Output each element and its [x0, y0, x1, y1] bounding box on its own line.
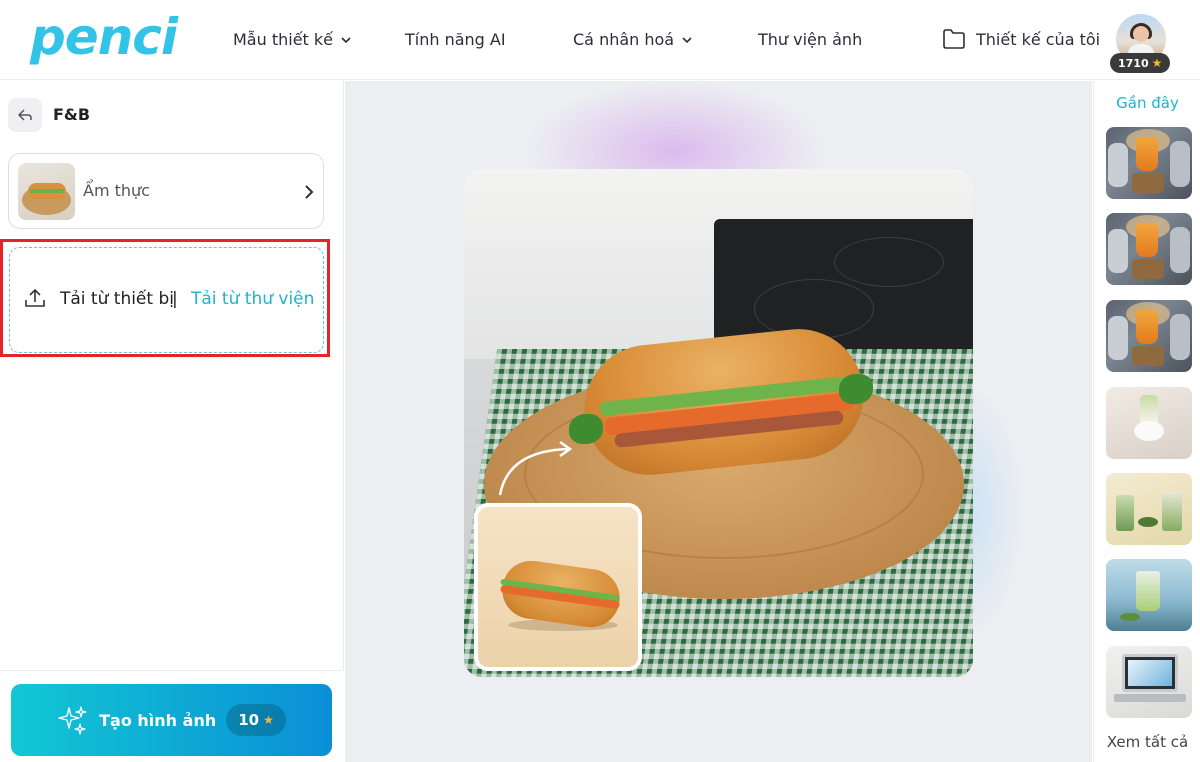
- recent-thumbnail[interactable]: [1106, 559, 1192, 631]
- left-sidebar: F&B Ẩm thực Tải từ thiết bị | Tải từ thư…: [0, 81, 344, 762]
- points-badge: 1710 ★: [1110, 53, 1171, 73]
- nav-photo-library[interactable]: Thư viện ảnh: [758, 30, 862, 49]
- credit-cost-value: 10: [238, 711, 260, 729]
- recent-thumbnail[interactable]: [1106, 213, 1192, 285]
- penci-logo[interactable]: penci: [30, 8, 178, 66]
- recent-thumbnail[interactable]: [1106, 300, 1192, 372]
- nav-templates-label: Mẫu thiết kế: [233, 30, 334, 49]
- back-button[interactable]: [8, 98, 42, 132]
- chevron-down-icon: [682, 36, 692, 43]
- recent-title: Gần đây: [1116, 94, 1179, 112]
- sample-input-image: [474, 503, 642, 671]
- recent-thumbnail[interactable]: [1106, 387, 1192, 459]
- nav-personalize[interactable]: Cá nhân hoá: [573, 30, 694, 49]
- nav-ai-features-label: Tính năng AI: [405, 30, 506, 49]
- star-icon: ★: [263, 713, 274, 727]
- chevron-down-icon: [341, 36, 351, 43]
- credit-cost-badge: 10 ★: [226, 704, 286, 736]
- my-designs-label: Thiết kế của tôi: [976, 29, 1101, 49]
- upload-separator: |: [172, 289, 178, 309]
- upload-from-library-link[interactable]: Tải từ thư viện: [191, 289, 314, 309]
- chevron-right-icon: [305, 185, 314, 199]
- curved-arrow-icon: [498, 440, 573, 496]
- top-header: penci Mẫu thiết kế Tính năng AI Cá nhân …: [0, 0, 1200, 80]
- sidebar-footer: Tạo hình ảnh 10 ★: [0, 670, 344, 762]
- points-value: 1710: [1118, 56, 1149, 70]
- sample-result-image: [464, 169, 973, 677]
- category-label: Ẩm thực: [83, 181, 150, 200]
- category-thumbnail: [18, 163, 75, 220]
- star-icon: ★: [1151, 56, 1163, 70]
- nav-photo-library-label: Thư viện ảnh: [758, 30, 863, 49]
- see-all-link[interactable]: Xem tất cả: [1094, 733, 1200, 751]
- preview-canvas: [345, 81, 1092, 762]
- recent-thumbnail[interactable]: [1106, 127, 1192, 199]
- recent-thumbnail[interactable]: [1106, 473, 1192, 545]
- nav-ai-features[interactable]: Tính năng AI: [405, 30, 506, 49]
- my-designs-link[interactable]: Thiết kế của tôi: [942, 28, 1100, 50]
- sparkles-icon: [58, 706, 87, 735]
- category-card-cuisine[interactable]: Ẩm thực: [8, 153, 324, 229]
- recent-thumbnail[interactable]: [1106, 646, 1192, 718]
- upload-from-device-link[interactable]: Tải từ thiết bị: [60, 289, 174, 309]
- generate-button-label: Tạo hình ảnh: [99, 710, 217, 730]
- section-title: F&B: [53, 105, 91, 124]
- nav-templates[interactable]: Mẫu thiết kế: [233, 30, 353, 49]
- back-arrow-icon: [18, 109, 32, 121]
- upload-icon[interactable]: [24, 287, 46, 309]
- recent-panel: Gần đây Xem tất cả: [1093, 81, 1200, 762]
- generate-image-button[interactable]: Tạo hình ảnh 10 ★: [11, 684, 332, 756]
- nav-personalize-label: Cá nhân hoá: [573, 30, 675, 49]
- folder-icon: [943, 29, 965, 49]
